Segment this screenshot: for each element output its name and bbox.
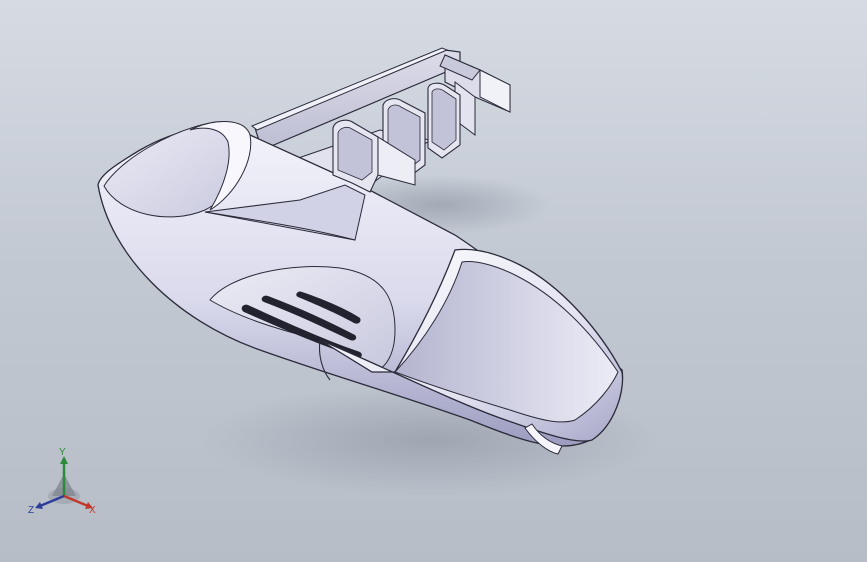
clip-slot-2 [427,82,461,159]
y-axis-label: Y [59,447,66,458]
z-axis-label: Z [28,505,35,516]
coordinate-triad: Y X Z [26,448,102,520]
graphics-viewport[interactable]: Y X Z [0,0,867,562]
x-axis-label: X [89,505,96,516]
3d-model-view[interactable] [0,0,867,562]
